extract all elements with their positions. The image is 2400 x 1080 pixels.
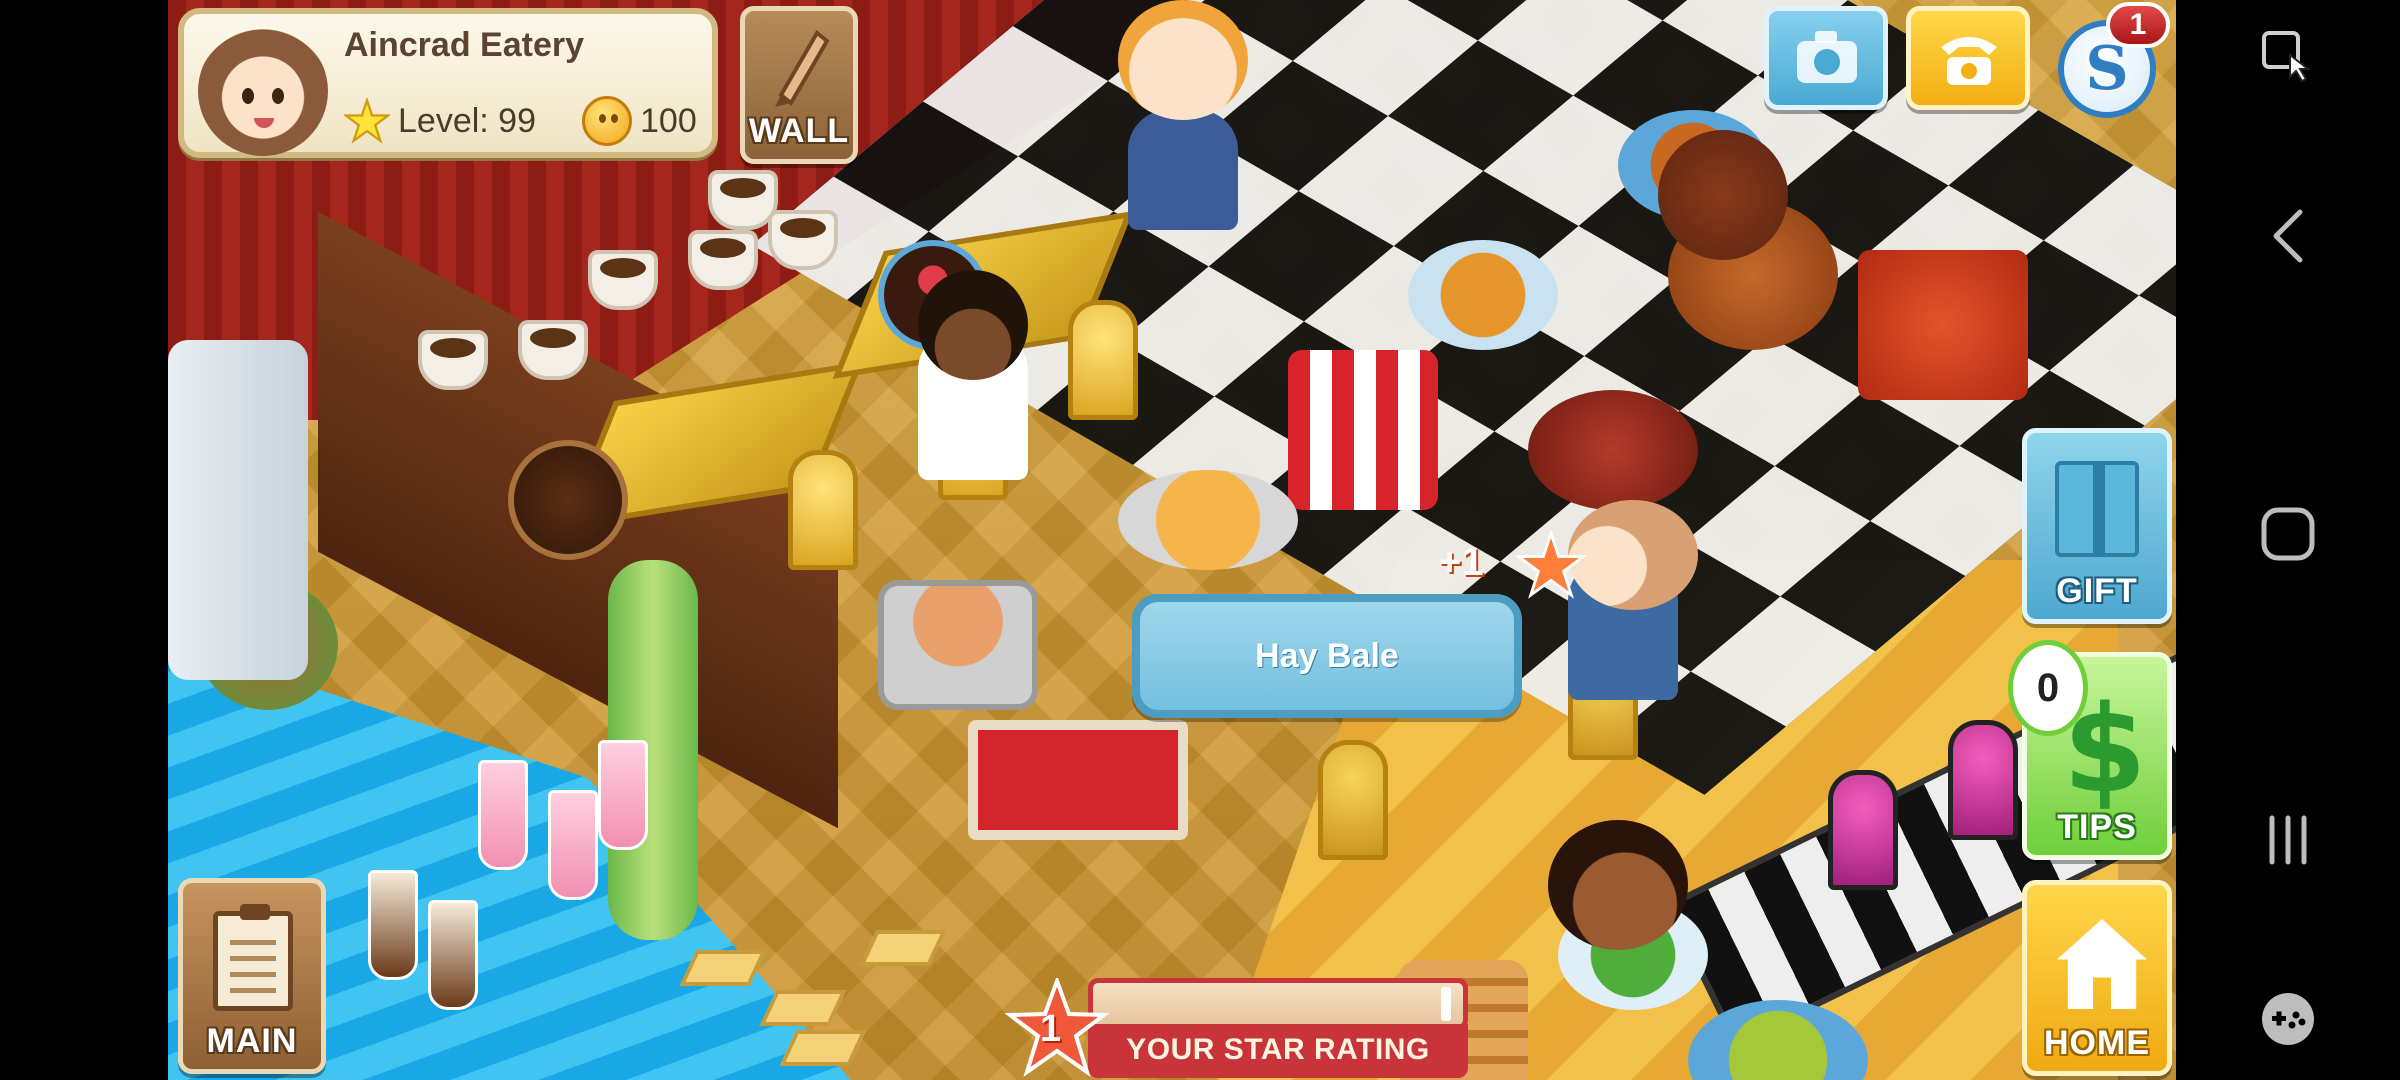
clipboard-icon (213, 904, 293, 1011)
main-menu-button[interactable]: MAIN (178, 878, 326, 1074)
wall-button-label: WALL (748, 112, 850, 150)
waitress-head (1118, 0, 1248, 120)
strawberry-shake[interactable] (548, 790, 598, 900)
hay-chair[interactable] (1318, 740, 1388, 860)
camera-button[interactable] (1764, 6, 1888, 110)
reward-star-icon (1516, 530, 1586, 599)
game-controller-icon (2262, 993, 2314, 1045)
notification-badge: 1 (2106, 2, 2170, 48)
tips-count: 0 (2008, 640, 2088, 736)
coffee-cup[interactable] (768, 210, 838, 270)
camera-icon (1797, 31, 1857, 83)
diner-character[interactable] (1548, 820, 1688, 950)
coin-icon (582, 96, 632, 146)
level-label: Level: 99 (398, 102, 536, 140)
screen-pin-button[interactable] (2176, 22, 2400, 92)
restaurant-info-panel[interactable]: Aincrad Eatery Level: 99 100 (178, 8, 718, 158)
game-viewport[interactable]: +1 Hay Bale Aincrad Eatery Level: 99 100… (168, 0, 2176, 1080)
brown-haired-diner[interactable] (1658, 130, 1788, 260)
gift-icon (2055, 461, 2139, 557)
restaurant-name: Aincrad Eatery (344, 26, 584, 64)
gold-chair[interactable] (788, 450, 858, 570)
rating-progress (1088, 978, 1468, 1030)
chef-head (1568, 500, 1698, 610)
gift-button[interactable]: GIFT (2022, 428, 2172, 624)
pencil-icon (775, 29, 830, 107)
recents-icon (2269, 815, 2307, 865)
back-icon (2273, 209, 2303, 263)
roast-ham[interactable] (1528, 390, 1698, 510)
rating-progress-fill (1093, 983, 1452, 1025)
tips-button-label: TIPS (2057, 808, 2137, 846)
float-glass[interactable] (428, 900, 478, 1010)
red-stove[interactable] (968, 720, 1188, 840)
latte-cup[interactable] (688, 230, 758, 290)
gold-chair[interactable] (1068, 300, 1138, 420)
strawberry-shake[interactable] (598, 740, 648, 850)
stew-pot[interactable] (878, 580, 1038, 710)
donut-stand[interactable] (1408, 240, 1558, 350)
game-tools-button[interactable] (2176, 984, 2400, 1054)
cocoa-mug[interactable] (518, 320, 588, 380)
star-rating-value: 1 (1040, 1008, 1062, 1050)
home-circle-icon (2261, 507, 2315, 561)
main-button-label: MAIN (206, 1022, 298, 1060)
back-button[interactable] (2176, 196, 2400, 276)
autumn-table[interactable] (1858, 250, 2028, 400)
waitress-character[interactable] (1128, 110, 1238, 230)
home-nav-button[interactable] (2176, 494, 2400, 574)
level-star-icon (344, 98, 390, 144)
rating-progress-marker (1441, 987, 1451, 1021)
seashell-shelf[interactable] (168, 340, 308, 680)
pink-chair[interactable] (1828, 770, 1898, 890)
popcorn-bucket[interactable] (1288, 350, 1438, 510)
latte-cup[interactable] (588, 250, 658, 310)
dumpling-platter[interactable] (1118, 470, 1298, 570)
coin-count: 100 (640, 102, 697, 140)
screen-pin-icon (2262, 31, 2311, 83)
avatar[interactable] (198, 26, 328, 156)
float-glass[interactable] (368, 870, 418, 980)
house-icon (2057, 919, 2147, 1009)
coffee-beans-barrel[interactable] (508, 440, 628, 560)
recents-button[interactable] (2176, 800, 2400, 880)
home-button[interactable]: HOME (2022, 880, 2172, 1076)
star-rating-bar[interactable]: YOUR STAR RATING 1 (998, 978, 1488, 1078)
customer-head (918, 270, 1028, 380)
phone-icon (1941, 37, 1997, 85)
cocoa-mug[interactable] (418, 330, 488, 390)
star-rating-label: YOUR STAR RATING (1088, 1024, 1468, 1078)
android-navbar (2176, 0, 2400, 1080)
item-tooltip: Hay Bale (1132, 594, 1522, 718)
home-button-label: HOME (2044, 1024, 2150, 1062)
phone-button[interactable] (1906, 6, 2030, 110)
floating-reward-text: +1 (1438, 540, 1484, 584)
gift-button-label: GIFT (2056, 572, 2138, 610)
pink-chair[interactable] (1948, 720, 2018, 840)
strawberry-shake[interactable] (478, 760, 528, 870)
wall-button[interactable]: WALL (740, 6, 858, 164)
